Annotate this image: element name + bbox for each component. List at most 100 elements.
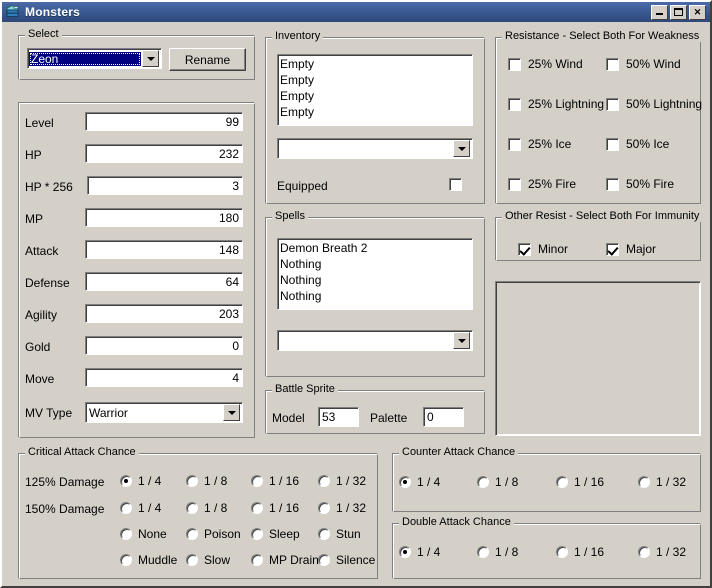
- model-field[interactable]: 53: [318, 407, 359, 427]
- critical-attack-group-legend: Critical Attack Chance: [25, 446, 139, 458]
- critical-effect-radio-none[interactable]: None: [120, 528, 167, 540]
- sprite-preview-panel: [495, 281, 701, 436]
- checkbox-label: 25% Fire: [528, 177, 577, 191]
- chevron-down-icon[interactable]: [223, 404, 240, 421]
- stat-label-agility: Agility: [25, 308, 58, 322]
- critical-125-radio-1-16[interactable]: 1 / 16: [251, 475, 299, 487]
- list-item[interactable]: Nothing: [280, 256, 470, 272]
- radio-label: MP Drain: [269, 553, 319, 567]
- resistance-checkbox-50-wind[interactable]: 50% Wind: [606, 58, 681, 71]
- checkbox-box: [508, 98, 521, 111]
- spell-select-combo[interactable]: [277, 330, 473, 351]
- chevron-down-icon[interactable]: [142, 50, 159, 67]
- counter-attack-radio-1-8[interactable]: 1 / 8: [477, 476, 518, 488]
- counter-attack-radio-1-16[interactable]: 1 / 16: [556, 476, 604, 488]
- other-resist-group-legend: Other Resist - Select Both For Immunity: [502, 210, 703, 222]
- monster-select-combo[interactable]: Zeon: [27, 48, 162, 69]
- stat-label-hp: HP: [25, 148, 42, 162]
- monsters-window: Monsters ✕ Select Zeon Rename Level 99 H…: [0, 0, 712, 588]
- mv-type-value: Warrior: [89, 405, 128, 420]
- radio-label: 1 / 32: [656, 475, 687, 489]
- critical-effect-radio-poison[interactable]: Poison: [186, 528, 241, 540]
- checkbox-label: 25% Wind: [528, 57, 583, 71]
- resistance-group-legend: Resistance - Select Both For Weakness: [502, 30, 703, 42]
- checkbox-box: [606, 138, 619, 151]
- list-item[interactable]: Demon Breath 2: [280, 240, 470, 256]
- stat-field-hp[interactable]: 232: [85, 144, 243, 163]
- palette-field[interactable]: 0: [423, 407, 464, 427]
- inventory-item-combo[interactable]: [277, 138, 473, 159]
- critical-150-radio-1-16[interactable]: 1 / 16: [251, 502, 299, 514]
- radio-label: 1 / 16: [269, 501, 300, 515]
- counter-attack-radio-1-32[interactable]: 1 / 32: [638, 476, 686, 488]
- stat-field-attack[interactable]: 148: [85, 240, 243, 259]
- window-title: Monsters: [25, 5, 80, 19]
- list-item[interactable]: Nothing: [280, 288, 470, 304]
- rename-button[interactable]: Rename: [169, 48, 246, 71]
- radio-label: 1 / 32: [656, 545, 687, 559]
- stat-field-move[interactable]: 4: [85, 368, 243, 387]
- critical-effect-radio-slow[interactable]: Slow: [186, 554, 230, 566]
- list-item[interactable]: Nothing: [280, 272, 470, 288]
- battle-sprite-group-legend: Battle Sprite: [272, 383, 338, 395]
- critical-effect-radio-sleep[interactable]: Sleep: [251, 528, 300, 540]
- critical-125-radio-1-4[interactable]: 1 / 4: [120, 475, 161, 487]
- stat-field-mp[interactable]: 180: [85, 208, 243, 227]
- stat-field-defense[interactable]: 64: [85, 272, 243, 291]
- stat-field-hp-256[interactable]: 3: [87, 176, 243, 195]
- stat-field-agility[interactable]: 203: [85, 304, 243, 323]
- critical-125-radio-1-32[interactable]: 1 / 32: [318, 475, 366, 487]
- stat-field-level[interactable]: 99: [85, 112, 243, 131]
- minimize-button[interactable]: [651, 4, 668, 20]
- list-item[interactable]: Empty: [280, 56, 470, 72]
- title-bar[interactable]: Monsters ✕: [2, 2, 710, 22]
- counter-attack-group-legend: Counter Attack Chance: [399, 446, 519, 458]
- resistance-checkbox-50-fire[interactable]: 50% Fire: [606, 178, 674, 191]
- checkbox-box: [606, 98, 619, 111]
- spells-listbox[interactable]: Demon Breath 2 Nothing Nothing Nothing: [277, 238, 473, 310]
- radio-label: Stun: [336, 527, 361, 541]
- inventory-listbox[interactable]: Empty Empty Empty Empty: [277, 54, 473, 126]
- stat-label-level: Level: [25, 116, 54, 130]
- critical-150-radio-1-4[interactable]: 1 / 4: [120, 502, 161, 514]
- critical-effect-radio-mp-drain[interactable]: MP Drain: [251, 554, 319, 566]
- resistance-checkbox-25-wind[interactable]: 25% Wind: [508, 58, 583, 71]
- double-attack-radio-1-8[interactable]: 1 / 8: [477, 546, 518, 558]
- list-item[interactable]: Empty: [280, 72, 470, 88]
- double-attack-radio-1-16[interactable]: 1 / 16: [556, 546, 604, 558]
- critical-150-radio-1-8[interactable]: 1 / 8: [186, 502, 227, 514]
- other-resist-checkbox-minor[interactable]: Minor: [518, 243, 568, 256]
- double-attack-radio-1-32[interactable]: 1 / 32: [638, 546, 686, 558]
- double-attack-radio-1-4[interactable]: 1 / 4: [399, 546, 440, 558]
- stat-label-gold: Gold: [25, 340, 51, 354]
- critical-effect-radio-muddle[interactable]: Muddle: [120, 554, 177, 566]
- checkbox-label: 50% Ice: [626, 137, 670, 151]
- monster-select-value: Zeon: [29, 51, 141, 66]
- list-item[interactable]: Empty: [280, 104, 470, 120]
- resistance-checkbox-50-ice[interactable]: 50% Ice: [606, 138, 669, 151]
- list-item[interactable]: Empty: [280, 88, 470, 104]
- counter-attack-radio-1-4[interactable]: 1 / 4: [399, 476, 440, 488]
- radio-circle: [318, 554, 330, 566]
- resistance-checkbox-25-ice[interactable]: 25% Ice: [508, 138, 571, 151]
- critical-150-radio-1-32[interactable]: 1 / 32: [318, 502, 366, 514]
- radio-circle: [120, 528, 132, 540]
- chevron-down-icon[interactable]: [453, 332, 470, 349]
- maximize-button[interactable]: [670, 4, 687, 20]
- chevron-down-icon[interactable]: [453, 140, 470, 157]
- critical-125-radio-1-8[interactable]: 1 / 8: [186, 475, 227, 487]
- other-resist-checkbox-major[interactable]: Major: [606, 243, 656, 256]
- resistance-checkbox-50-lightning[interactable]: 50% Lightning: [606, 98, 702, 111]
- close-button[interactable]: ✕: [689, 4, 706, 20]
- checkbox-label: 50% Lightning: [626, 97, 703, 111]
- resistance-checkbox-25-fire[interactable]: 25% Fire: [508, 178, 576, 191]
- radio-label: None: [138, 527, 167, 541]
- equipped-checkbox[interactable]: [449, 178, 462, 191]
- radio-circle: [399, 546, 411, 558]
- critical-effect-radio-stun[interactable]: Stun: [318, 528, 361, 540]
- radio-label: Muddle: [138, 553, 178, 567]
- stat-field-gold[interactable]: 0: [85, 336, 243, 355]
- critical-effect-radio-silence[interactable]: Silence: [318, 554, 375, 566]
- resistance-checkbox-25-lightning[interactable]: 25% Lightning: [508, 98, 604, 111]
- mv-type-combo[interactable]: Warrior: [85, 402, 243, 423]
